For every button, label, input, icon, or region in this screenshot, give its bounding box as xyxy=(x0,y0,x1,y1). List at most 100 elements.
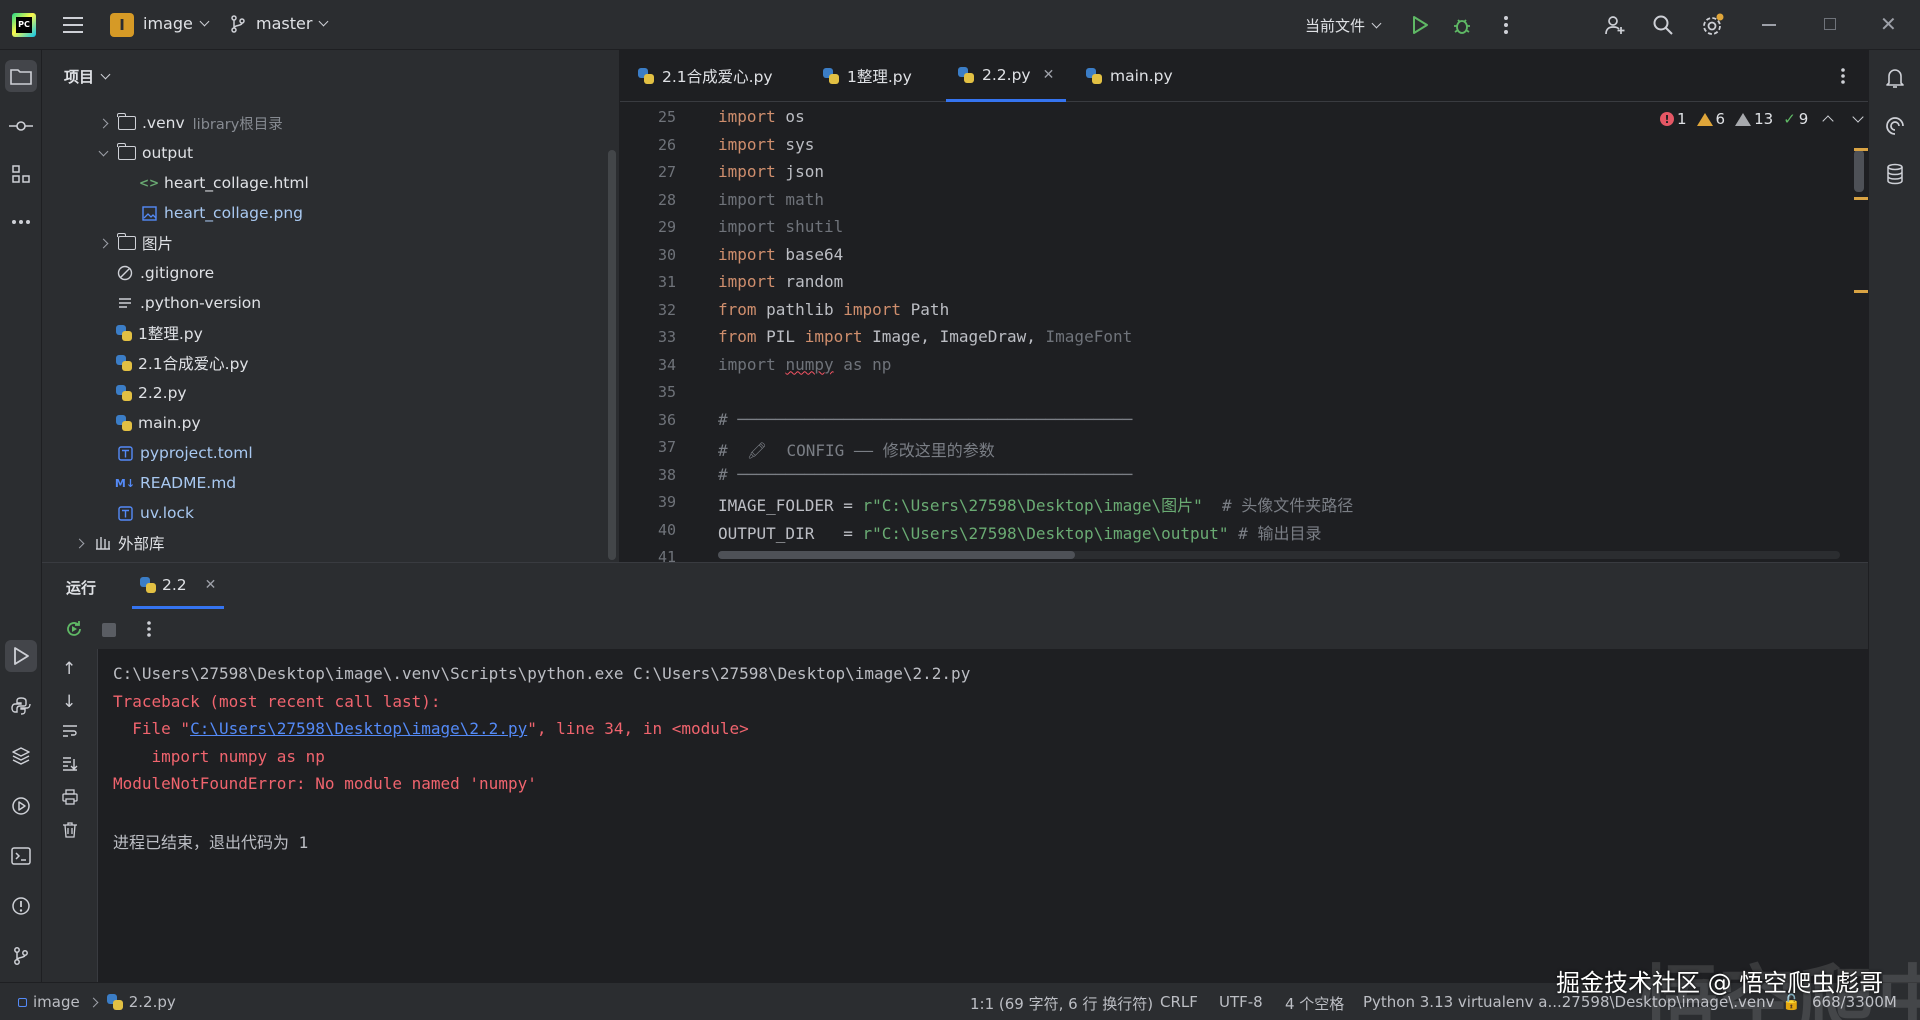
warning-stripe-marker[interactable] xyxy=(1854,197,1868,200)
project-panel-header[interactable]: 项目 xyxy=(64,66,111,87)
stop-icon[interactable] xyxy=(102,623,116,637)
run-icon xyxy=(14,647,29,665)
tree-item-heart-collage-html[interactable]: <> heart_collage.html xyxy=(139,168,309,198)
chevron-down-icon xyxy=(199,16,210,27)
editor-tab-2-2[interactable]: 2.2.py ✕ xyxy=(946,50,1067,102)
ai-assistant-button[interactable] xyxy=(1879,110,1911,142)
status-encoding[interactable]: UTF-8 xyxy=(1219,993,1263,1011)
tree-item-main-py[interactable]: main.py xyxy=(116,408,201,438)
editor-horizontal-scrollbar[interactable] xyxy=(718,551,1840,559)
run-config-selector[interactable]: 当前文件 xyxy=(1305,15,1382,36)
tree-item-uv-lock[interactable]: uv.lock xyxy=(116,498,194,528)
warning-stripe-marker[interactable] xyxy=(1854,290,1868,293)
pycharm-logo-icon: PC xyxy=(12,13,36,37)
toml-file-icon xyxy=(116,504,134,522)
tree-item-label: pyproject.toml xyxy=(140,444,253,462)
terminal-tool-button[interactable] xyxy=(5,840,37,872)
code-line-comment: # ──────────────────────────────────────… xyxy=(718,464,1133,484)
tree-item-output[interactable]: output xyxy=(96,138,193,168)
add-user-icon[interactable] xyxy=(1601,11,1629,39)
run-panel-title: 运行 xyxy=(66,579,97,597)
commit-tool-button[interactable] xyxy=(5,110,37,142)
tree-item-external-libraries[interactable]: 外部库 xyxy=(72,528,165,558)
project-name: image xyxy=(143,14,193,33)
tree-item-py-1[interactable]: 1整理.py xyxy=(116,318,203,348)
tree-item-readme[interactable]: M↓ README.md xyxy=(115,468,236,498)
more-options-icon[interactable] xyxy=(146,620,152,642)
main-menu-icon[interactable] xyxy=(62,14,84,36)
code-line-comment: # ──────────────────────────────────────… xyxy=(718,409,1133,429)
run-toolbar xyxy=(42,609,1868,649)
tab-options-icon[interactable] xyxy=(1840,50,1846,102)
structure-icon xyxy=(12,165,30,183)
print-icon[interactable] xyxy=(62,789,78,810)
more-actions-icon[interactable] xyxy=(1492,11,1520,39)
editor-tab-1[interactable]: 1整理.py xyxy=(823,50,912,102)
more-tools-button[interactable] xyxy=(5,206,37,238)
tree-item-venv[interactable]: .venv library根目录 xyxy=(96,108,283,138)
database-button[interactable] xyxy=(1879,158,1911,190)
structure-tool-button[interactable] xyxy=(5,158,37,190)
editor-tab-main[interactable]: main.py xyxy=(1086,50,1173,102)
project-tool-button[interactable] xyxy=(5,60,37,92)
arrow-up-icon[interactable]: ↑ xyxy=(62,659,76,679)
project-scrollbar[interactable] xyxy=(608,150,616,560)
folder-icon xyxy=(10,69,32,85)
tree-item-py-2-1[interactable]: 2.1合成爱心.py xyxy=(116,348,249,378)
editor-tab-2-1[interactable]: 2.1合成爱心.py xyxy=(638,50,773,102)
rerun-icon[interactable] xyxy=(64,619,84,643)
code-line: IMAGE_FOLDER = r"C:\Users\27598\Desktop\… xyxy=(718,496,1354,515)
tree-item-py-2-2[interactable]: 2.2.py xyxy=(116,378,187,408)
search-icon[interactable] xyxy=(1649,11,1677,39)
close-tab-icon[interactable]: ✕ xyxy=(205,577,217,593)
tree-item-heart-collage-png[interactable]: heart_collage.png xyxy=(140,198,303,228)
tree-item-pyproject[interactable]: pyproject.toml xyxy=(116,438,253,468)
python-console-button[interactable] xyxy=(5,690,37,722)
problems-tool-button[interactable] xyxy=(5,890,37,922)
python-packages-button[interactable] xyxy=(5,740,37,772)
unresolved-reference[interactable]: numpy xyxy=(785,355,833,374)
minimize-icon[interactable] xyxy=(1762,24,1776,26)
code-editor[interactable]: ! 1 6 13 ✓ 9 25 26 27 28 29 30 31 32 33 34… xyxy=(620,102,1868,562)
close-window-icon[interactable]: ✕ xyxy=(1880,12,1897,36)
trash-icon[interactable] xyxy=(62,822,78,843)
project-badge[interactable]: I xyxy=(110,13,134,37)
debug-icon[interactable] xyxy=(1448,11,1476,39)
inspection-widget[interactable]: ! 1 6 13 ✓ 9 xyxy=(1660,110,1864,128)
check-icon: ✓ xyxy=(1783,110,1796,128)
notifications-button[interactable] xyxy=(1879,62,1911,94)
tree-item-gitignore[interactable]: .gitignore xyxy=(116,258,214,288)
code-line: import random xyxy=(718,272,844,291)
breadcrumb-file[interactable]: 2.2.py xyxy=(129,993,176,1011)
settings-gear-icon[interactable] xyxy=(1699,11,1727,39)
warning-stripe-marker[interactable] xyxy=(1854,148,1868,151)
tree-item-label: 图片 xyxy=(142,235,174,253)
status-indent[interactable]: 4 个空格 xyxy=(1285,993,1344,1014)
run-icon[interactable] xyxy=(1406,11,1434,39)
console-file-link[interactable]: C:\Users\27598\Desktop\image\2.2.py xyxy=(190,719,527,738)
maximize-icon[interactable] xyxy=(1824,18,1836,30)
status-breadcrumb[interactable]: image 2.2.py xyxy=(18,993,176,1011)
soft-wrap-icon[interactable] xyxy=(62,723,78,743)
console-command-line: C:\Users\27598\Desktop\image\.venv\Scrip… xyxy=(113,664,971,683)
breadcrumb-project[interactable]: image xyxy=(33,993,80,1011)
project-switcher[interactable]: image xyxy=(143,14,210,33)
vcs-branch-switcher[interactable]: master xyxy=(230,14,329,33)
arrow-down-icon[interactable]: ↓ xyxy=(62,692,76,712)
status-caret-position[interactable]: 1:1 (69 字符, 6 行 换行符) xyxy=(970,993,1153,1014)
close-tab-icon[interactable]: ✕ xyxy=(1043,67,1055,83)
run-tool-button[interactable] xyxy=(5,640,37,672)
tree-item-images-folder[interactable]: 图片 xyxy=(96,228,173,258)
tab-label: 2.1合成爱心.py xyxy=(662,68,773,86)
git-tool-button[interactable] xyxy=(5,940,37,972)
services-tool-button[interactable] xyxy=(5,790,37,822)
scrollbar-thumb[interactable] xyxy=(718,551,1075,559)
editor-vertical-scrollbar[interactable] xyxy=(1854,150,1864,192)
tree-item-python-version[interactable]: .python-version xyxy=(116,288,261,318)
scroll-to-end-icon[interactable] xyxy=(62,756,78,777)
previous-highlight-icon[interactable] xyxy=(1822,115,1834,127)
status-line-separator[interactable]: CRLF xyxy=(1160,993,1198,1011)
next-highlight-icon[interactable] xyxy=(1852,111,1864,123)
weak-warning-icon xyxy=(1735,112,1752,126)
run-tab-2-2[interactable]: 2.2 ✕ xyxy=(132,563,225,609)
